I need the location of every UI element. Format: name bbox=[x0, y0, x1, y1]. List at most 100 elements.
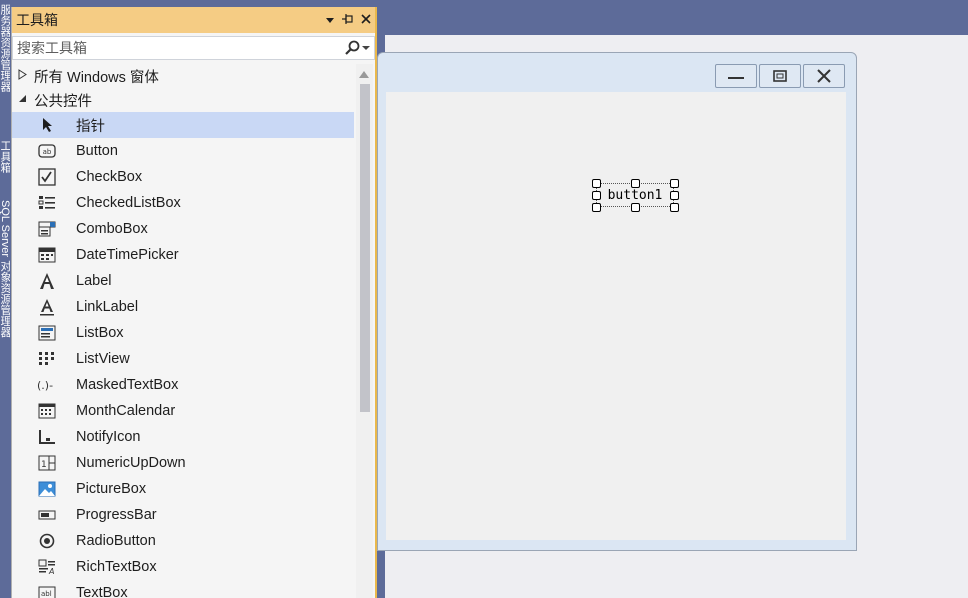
datetimepicker-icon bbox=[36, 246, 58, 264]
svg-text:A: A bbox=[48, 567, 54, 575]
toolbox-item-label: RadioButton bbox=[76, 533, 156, 549]
toolbox-item-label: LinkLabel bbox=[76, 299, 139, 315]
toolbox-item-label: NumericUpDown bbox=[76, 455, 186, 471]
form-caption-bar bbox=[378, 53, 856, 91]
monthcalendar-icon bbox=[36, 402, 58, 420]
toolbox-item-label: Label bbox=[76, 273, 112, 289]
toolbox-item-label: CheckedListBox bbox=[76, 195, 181, 211]
toolbox-item-label: PictureBox bbox=[76, 481, 147, 497]
dropdown-menu-icon[interactable] bbox=[321, 13, 339, 27]
toolbox-item-linklabel[interactable]: LinkLabel bbox=[12, 294, 354, 320]
side-tab-server-explorer[interactable]: 服务器资源管理器 bbox=[0, 4, 10, 134]
toolbox-item-combobox[interactable]: ComboBox bbox=[12, 216, 354, 242]
pin-icon[interactable] bbox=[339, 13, 357, 28]
toolbox-item-monthcalendar[interactable]: MonthCalendar bbox=[12, 398, 354, 424]
button1-text: button1 bbox=[607, 187, 663, 203]
toolbox-title: 工具箱 bbox=[16, 12, 58, 28]
collapse-arrow-icon[interactable] bbox=[18, 94, 34, 106]
toolbox-item-pointer[interactable]: 指针 bbox=[12, 112, 354, 138]
toolbox-item-label: Button bbox=[76, 143, 118, 159]
checkedlistbox-icon bbox=[36, 194, 58, 212]
notifyicon-icon bbox=[36, 428, 58, 446]
form-designer-window[interactable]: button1 bbox=[377, 52, 857, 551]
close-icon[interactable] bbox=[357, 13, 375, 28]
resize-handle-bottom-right[interactable] bbox=[670, 203, 679, 212]
resize-handle-right[interactable] bbox=[670, 191, 679, 200]
toolbox-item-richtextbox[interactable]: A RichTextBox bbox=[12, 554, 354, 580]
toolbox-item-radiobutton[interactable]: RadioButton bbox=[12, 528, 354, 554]
radiobutton-icon bbox=[36, 532, 58, 550]
toolbox-item-listbox[interactable]: ListBox bbox=[12, 320, 354, 346]
progressbar-icon bbox=[36, 506, 58, 524]
toolbox-item-label: ListView bbox=[76, 351, 130, 367]
close-icon bbox=[817, 69, 831, 83]
toolbox-item-label: DateTimePicker bbox=[76, 247, 179, 263]
numericupdown-icon: 1 bbox=[36, 454, 58, 472]
resize-handle-left[interactable] bbox=[592, 191, 601, 200]
toolbox-item-picturebox[interactable]: PictureBox bbox=[12, 476, 354, 502]
listbox-icon bbox=[36, 324, 58, 342]
side-tab-toolbox[interactable]: 工具箱 bbox=[0, 140, 10, 190]
richtextbox-icon: A bbox=[36, 558, 58, 576]
search-icon[interactable] bbox=[344, 39, 362, 57]
toolbox-item-label: MonthCalendar bbox=[76, 403, 176, 419]
textbox-icon: abl bbox=[36, 584, 58, 598]
toolbox-item-label: ComboBox bbox=[76, 221, 148, 237]
toolbox-item-label: 指针 bbox=[76, 118, 105, 135]
toolbox-item-checkedlistbox[interactable]: CheckedListBox bbox=[12, 190, 354, 216]
resize-handle-top-right[interactable] bbox=[670, 179, 679, 188]
group-label: 公共控件 bbox=[34, 93, 92, 110]
resize-handle-top[interactable] bbox=[631, 179, 640, 188]
scroll-up-arrow-icon[interactable] bbox=[359, 70, 369, 80]
toolbox-item-listview[interactable]: ListView bbox=[12, 346, 354, 372]
toolbox-scrollbar[interactable] bbox=[356, 64, 373, 598]
toolbox-item-notifyicon[interactable]: NotifyIcon bbox=[12, 424, 354, 450]
toolbox-item-label: RichTextBox bbox=[76, 559, 157, 575]
svg-text:ab: ab bbox=[43, 148, 52, 156]
svg-text:abl: abl bbox=[41, 590, 52, 598]
toolbox-item-list: 所有 Windows 窗体 公共控件 指针 ab Button CheckBox… bbox=[12, 64, 354, 598]
resize-handle-bottom[interactable] bbox=[631, 203, 640, 212]
maximize-button[interactable] bbox=[759, 64, 801, 88]
toolbox-item-label: TextBox bbox=[76, 585, 128, 598]
label-icon bbox=[36, 272, 58, 290]
toolbox-search-input[interactable] bbox=[13, 39, 344, 57]
resize-handle-bottom-left[interactable] bbox=[592, 203, 601, 212]
form-client-area[interactable]: button1 bbox=[386, 92, 846, 540]
minimize-icon bbox=[728, 77, 744, 79]
toolbox-item-label[interactable]: Label bbox=[12, 268, 354, 294]
group-label: 所有 Windows 窗体 bbox=[34, 69, 159, 86]
picturebox-icon bbox=[36, 480, 58, 498]
maximize-icon bbox=[773, 70, 787, 82]
toolbox-item-button[interactable]: ab Button bbox=[12, 138, 354, 164]
maskedtextbox-icon: (.)- bbox=[36, 376, 58, 394]
pointer-icon bbox=[36, 116, 58, 134]
toolbox-item-progressbar[interactable]: ProgressBar bbox=[12, 502, 354, 528]
close-form-button[interactable] bbox=[803, 64, 845, 88]
minimize-button[interactable] bbox=[715, 64, 757, 88]
expand-arrow-icon[interactable] bbox=[18, 69, 34, 83]
toolbox-item-label: ListBox bbox=[76, 325, 124, 341]
checkbox-icon bbox=[36, 168, 58, 186]
group-common-controls[interactable]: 公共控件 bbox=[12, 88, 354, 112]
svg-text:1: 1 bbox=[41, 460, 47, 470]
toolbox-item-textbox[interactable]: abl TextBox bbox=[12, 580, 354, 598]
side-tab-strip: 服务器资源管理器 工具箱 SQL Server 对象资源管理器 bbox=[0, 0, 10, 598]
side-tab-sql-object-explorer[interactable]: SQL Server 对象资源管理器 bbox=[0, 200, 10, 400]
toolbox-title-bar: 工具箱 bbox=[12, 7, 375, 33]
toolbox-item-maskedtextbox[interactable]: (.)- MaskedTextBox bbox=[12, 372, 354, 398]
toolbox-item-label: CheckBox bbox=[76, 169, 143, 185]
toolbox-item-label: NotifyIcon bbox=[76, 429, 141, 445]
toolbox-item-datetimepicker[interactable]: DateTimePicker bbox=[12, 242, 354, 268]
button-icon: ab bbox=[36, 142, 58, 160]
toolbox-item-label: ProgressBar bbox=[76, 507, 157, 523]
toolbox-search-box bbox=[12, 36, 375, 60]
toolbox-item-checkbox[interactable]: CheckBox bbox=[12, 164, 354, 190]
scrollbar-thumb[interactable] bbox=[360, 84, 370, 412]
listview-icon bbox=[36, 350, 58, 368]
resize-handle-top-left[interactable] bbox=[592, 179, 601, 188]
group-all-windows-forms[interactable]: 所有 Windows 窗体 bbox=[12, 64, 354, 88]
toolbox-item-numericupdown[interactable]: 1 NumericUpDown bbox=[12, 450, 354, 476]
linklabel-icon bbox=[36, 298, 58, 316]
search-options-chevron-icon[interactable] bbox=[362, 43, 374, 53]
